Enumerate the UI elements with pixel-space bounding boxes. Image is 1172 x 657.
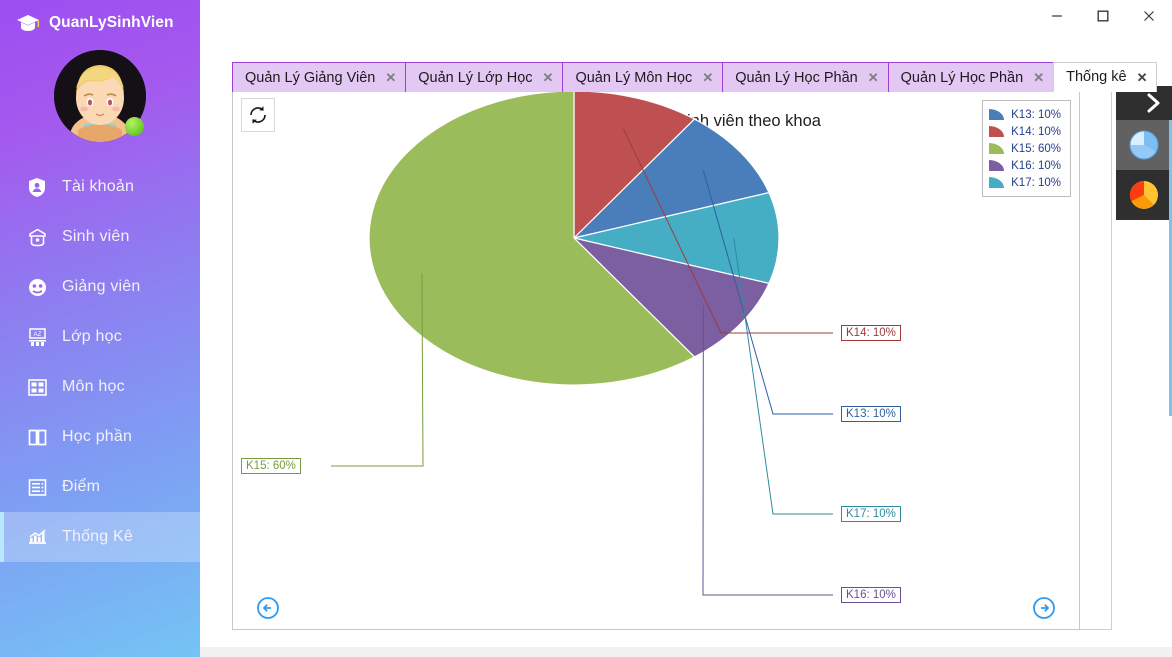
- brand-title: QuanLySinhVien: [49, 13, 174, 31]
- tab-thong-ke[interactable]: Thống kê ✕: [1053, 62, 1158, 92]
- callout-k16: K16: 10%: [841, 587, 901, 603]
- sidebar-item-label: Tài khoản: [62, 178, 135, 195]
- sidebar-item-thong-ke[interactable]: Thống Kê: [0, 512, 200, 562]
- pie-chart-blue-icon[interactable]: [1116, 120, 1172, 170]
- callout-line-k16: [702, 305, 833, 596]
- sidebar-item-label: Giảng viên: [62, 278, 141, 295]
- callout-k17: K17: 10%: [841, 506, 901, 522]
- application-window: QuanLySinhVien Tài khoản Sinh viên Giảng…: [0, 0, 1172, 657]
- sidebar-item-giang-vien[interactable]: Giảng viên: [0, 262, 200, 312]
- tab-label: Quản Lý Giảng Viên: [245, 69, 376, 86]
- avatar: [54, 50, 146, 142]
- sidebar-item-tai-khoan[interactable]: Tài khoản: [0, 162, 200, 212]
- sidebar-item-label: Điểm: [62, 478, 101, 495]
- tab-close-icon[interactable]: ✕: [1137, 71, 1148, 84]
- close-button[interactable]: [1126, 0, 1172, 32]
- tab-label: Quản Lý Môn Học: [575, 69, 693, 86]
- sidebar-item-label: Môn học: [62, 378, 125, 395]
- sidebar-item-label: Lớp học: [62, 328, 122, 345]
- svg-text:AZ: AZ: [33, 332, 41, 338]
- tab-label: Thống kê: [1066, 69, 1127, 85]
- sidebar-item-label: Sinh viên: [62, 228, 130, 245]
- callout-k13: K13: 10%: [841, 406, 901, 422]
- callout-k14: K14: 10%: [841, 325, 901, 341]
- sidebar-item-label: Thống Kê: [62, 528, 133, 545]
- right-dock: [1116, 86, 1172, 220]
- callout-label: K15: 60%: [246, 460, 296, 472]
- book-icon: [26, 426, 48, 448]
- sidebar-item-hoc-phan[interactable]: Học phần: [0, 412, 200, 462]
- tab-scroll-nav: [1166, 62, 1172, 92]
- arrow-left-circle-icon[interactable]: [257, 597, 279, 619]
- bar-chart-icon: [26, 526, 48, 548]
- graduation-cap-icon: [16, 13, 40, 33]
- main-area: Quản Lý Giảng Viên ✕ Quản Lý Lớp Học ✕ Q…: [200, 0, 1172, 657]
- tab-quan-ly-lop-hoc[interactable]: Quản Lý Lớp Học ✕: [405, 62, 564, 92]
- callout-label: K13: 10%: [846, 408, 896, 420]
- brand-header: QuanLySinhVien: [0, 0, 200, 36]
- tab-close-icon[interactable]: ✕: [702, 71, 713, 84]
- tab-close-icon[interactable]: ✕: [543, 71, 554, 84]
- shield-user-icon: [26, 176, 48, 198]
- pie-chart-orange-icon[interactable]: [1116, 170, 1172, 220]
- classroom-icon: AZ: [26, 326, 48, 348]
- tab-label: Quản Lý Học Phần: [735, 69, 858, 86]
- sidebar-item-diem[interactable]: Điểm: [0, 462, 200, 512]
- tab-scroll-left-icon[interactable]: [1166, 64, 1172, 90]
- callout-label: K16: 10%: [846, 589, 896, 601]
- tab-quan-ly-hoc-phan-1[interactable]: Quản Lý Học Phần ✕: [722, 62, 889, 92]
- tab-label: Quản Lý Lớp Học: [418, 69, 533, 86]
- online-status-indicator: [125, 117, 144, 136]
- tab-quan-ly-hoc-phan-2[interactable]: Quản Lý Học Phần ✕: [887, 62, 1055, 92]
- arrow-right-circle-icon[interactable]: [1033, 597, 1055, 619]
- sidebar-item-label: Học phần: [62, 428, 133, 445]
- sidebar-item-mon-hoc[interactable]: Môn học: [0, 362, 200, 412]
- subject-icon: [26, 376, 48, 398]
- tab-close-icon[interactable]: ✕: [1033, 71, 1044, 84]
- tab-close-icon[interactable]: ✕: [868, 71, 879, 84]
- teacher-icon: [26, 276, 48, 298]
- callout-k15: K15: 60%: [241, 458, 301, 474]
- minimize-button[interactable]: [1034, 0, 1080, 32]
- tab-label: Quản Lý Học Phần: [900, 69, 1024, 86]
- callout-label: K14: 10%: [846, 327, 896, 339]
- callout-label: K17: 10%: [846, 508, 896, 520]
- pie-chart: [331, 92, 833, 596]
- maximize-button[interactable]: [1080, 0, 1126, 32]
- tab-quan-ly-mon-hoc[interactable]: Quản Lý Môn Học ✕: [562, 62, 724, 92]
- tab-quan-ly-giang-vien[interactable]: Quản Lý Giảng Viên ✕: [232, 62, 407, 92]
- sidebar-item-sinh-vien[interactable]: Sinh viên: [0, 212, 200, 262]
- tab-close-icon[interactable]: ✕: [385, 71, 396, 84]
- pie-slice-group: [368, 92, 780, 386]
- tab-strip: Quản Lý Giảng Viên ✕ Quản Lý Lớp Học ✕ Q…: [232, 62, 1158, 92]
- bottom-strip: [200, 647, 1172, 657]
- grades-list-icon: [26, 476, 48, 498]
- chart-panel: Sơ đồ thống kê số lượng sinh viên theo k…: [232, 91, 1080, 630]
- sidebar-item-lop-hoc[interactable]: AZ Lớp học: [0, 312, 200, 362]
- student-icon: [26, 226, 48, 248]
- sidebar: QuanLySinhVien Tài khoản Sinh viên Giảng…: [0, 0, 200, 657]
- window-titlebar: [1034, 0, 1172, 34]
